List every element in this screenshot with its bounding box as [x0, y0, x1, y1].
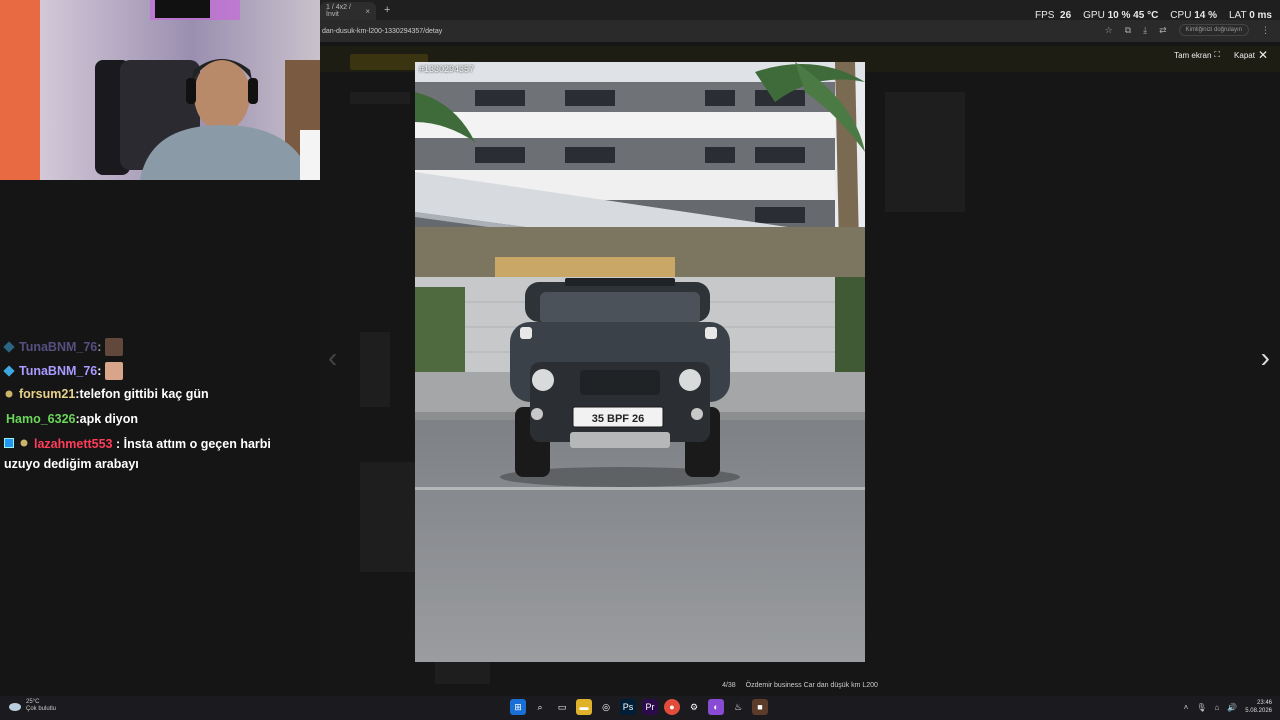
badge-icon — [5, 390, 13, 398]
start-icon[interactable]: ⊞ — [510, 699, 526, 715]
background-content — [360, 332, 390, 407]
chevron-up-icon[interactable]: ˄ — [1184, 703, 1189, 712]
search-icon[interactable]: ⌕ — [532, 699, 548, 715]
bookmark-star-icon[interactable]: ☆ — [1105, 25, 1113, 36]
address-bar: dan-dusuk-km-l200-1330294357/detay ☆ ⧉ ⤓… — [320, 20, 1280, 42]
chat-text: telefon gittibi kaç gün — [79, 387, 209, 401]
performance-overlay: FPS 26 GPU 10 % 45 °C CPU 14 % LAT 0 ms — [1035, 10, 1272, 21]
menu-icon[interactable]: ⋮ — [1261, 25, 1270, 36]
browser-tab[interactable]: 1 / 4x2 / İnvit × — [320, 2, 376, 20]
close-button[interactable]: Kapat ✕ — [1234, 48, 1268, 62]
next-photo-arrow-icon[interactable]: › — [1261, 342, 1270, 374]
chat-message: TunaBNM_76 : — [3, 362, 124, 380]
badge-icon — [20, 439, 28, 447]
fullscreen-button[interactable]: Tam ekran ⛶ — [1174, 50, 1220, 60]
tab-close-icon[interactable]: × — [365, 7, 370, 16]
clock[interactable]: 23:46 5.08.2026 — [1245, 699, 1272, 715]
extensions-icon[interactable]: ⧉ — [1125, 25, 1131, 36]
steam-icon[interactable]: ♨ — [730, 699, 746, 715]
cloud-icon — [9, 703, 21, 711]
emote-icon — [105, 338, 124, 356]
photo-caption: 4/38 Özdemir business Car dan düşük km L… — [320, 682, 1280, 689]
listing-photo: 35 BPF 26 #1330294357 — [415, 62, 865, 662]
background-content — [885, 92, 965, 212]
background-content — [435, 662, 490, 684]
chat-username[interactable]: Hamo_6326 — [6, 412, 76, 426]
chat-message: Hamo_6326 : apk diyon — [6, 412, 139, 426]
background-content — [360, 462, 415, 572]
volume-icon[interactable]: 🔊 — [1227, 703, 1237, 712]
new-tab-button[interactable]: + — [384, 4, 390, 16]
cpu-stat: CPU 14 % — [1170, 10, 1217, 21]
microphone-icon[interactable]: 🎙 — [1196, 703, 1206, 712]
sync-icon[interactable]: ⇄ — [1159, 25, 1167, 36]
discord-icon[interactable]: ◐ — [708, 699, 724, 715]
file-explorer-icon[interactable]: ▬ — [576, 699, 592, 715]
chat-username[interactable]: TunaBNM_76 — [19, 340, 97, 354]
app-icon[interactable]: ■ — [752, 699, 768, 715]
premiere-icon[interactable]: Pr — [642, 699, 658, 715]
chat-message: lazahmett553 : İnsta attım o geçen harbi… — [4, 437, 271, 471]
profile-button[interactable]: Kimliğinizi doğrulayın — [1178, 24, 1249, 36]
photo-id: #1330294357 — [419, 64, 475, 74]
url-field[interactable]: dan-dusuk-km-l200-1330294357/detay — [322, 28, 442, 35]
previous-photo-arrow-icon[interactable]: ‹ — [328, 342, 337, 374]
background-content — [350, 92, 410, 104]
task-view-icon[interactable]: ▭ — [554, 699, 570, 715]
weather-widget[interactable]: 25°C Çok bulutlu — [8, 699, 56, 713]
chat-panel: TunaBNM_76 : TunaBNM_76 : forsum21 : tel… — [0, 180, 320, 696]
emote-icon — [105, 362, 124, 380]
badge-icon — [3, 365, 15, 377]
gpu-stat: GPU 10 % 45 °C — [1083, 10, 1159, 21]
chat-username[interactable]: forsum21 — [19, 387, 75, 401]
settings-icon[interactable]: ⚙ — [686, 699, 702, 715]
prime-badge-icon — [4, 438, 14, 448]
photo-counter: 4/38 — [722, 682, 736, 689]
chat-message: forsum21 : telefon gittibi kaç gün — [4, 387, 209, 401]
license-plate: 35 BPF 26 — [592, 413, 645, 425]
chat-username[interactable]: TunaBNM_76 — [19, 364, 97, 378]
close-icon: ✕ — [1257, 48, 1268, 62]
webcam-feed — [0, 0, 320, 180]
photo-title: Özdemir business Car dan düşük km L200 — [745, 682, 878, 689]
app-icon[interactable]: ◎ — [598, 699, 614, 715]
chat-text: apk diyon — [79, 412, 139, 426]
latency-stat: LAT 0 ms — [1229, 10, 1272, 21]
taskbar: 25°C Çok bulutlu ⊞ ⌕ ▭ ▬ ◎ Ps Pr ● ⚙ ◐ ♨… — [0, 696, 1280, 720]
download-icon[interactable]: ⤓ — [1143, 25, 1147, 36]
badge-icon — [3, 341, 15, 353]
chat-username[interactable]: lazahmett553 — [34, 437, 113, 451]
fps-stat: FPS 26 — [1035, 10, 1072, 21]
photoshop-icon[interactable]: Ps — [620, 699, 636, 715]
network-icon[interactable]: ⌂ — [1214, 703, 1219, 712]
chrome-icon[interactable]: ● — [664, 699, 680, 715]
system-tray: ˄ 🎙 ⌂ 🔊 23:46 5.08.2026 — [1184, 699, 1272, 715]
chat-message: TunaBNM_76 : — [3, 338, 124, 356]
fullscreen-icon: ⛶ — [1214, 50, 1221, 59]
